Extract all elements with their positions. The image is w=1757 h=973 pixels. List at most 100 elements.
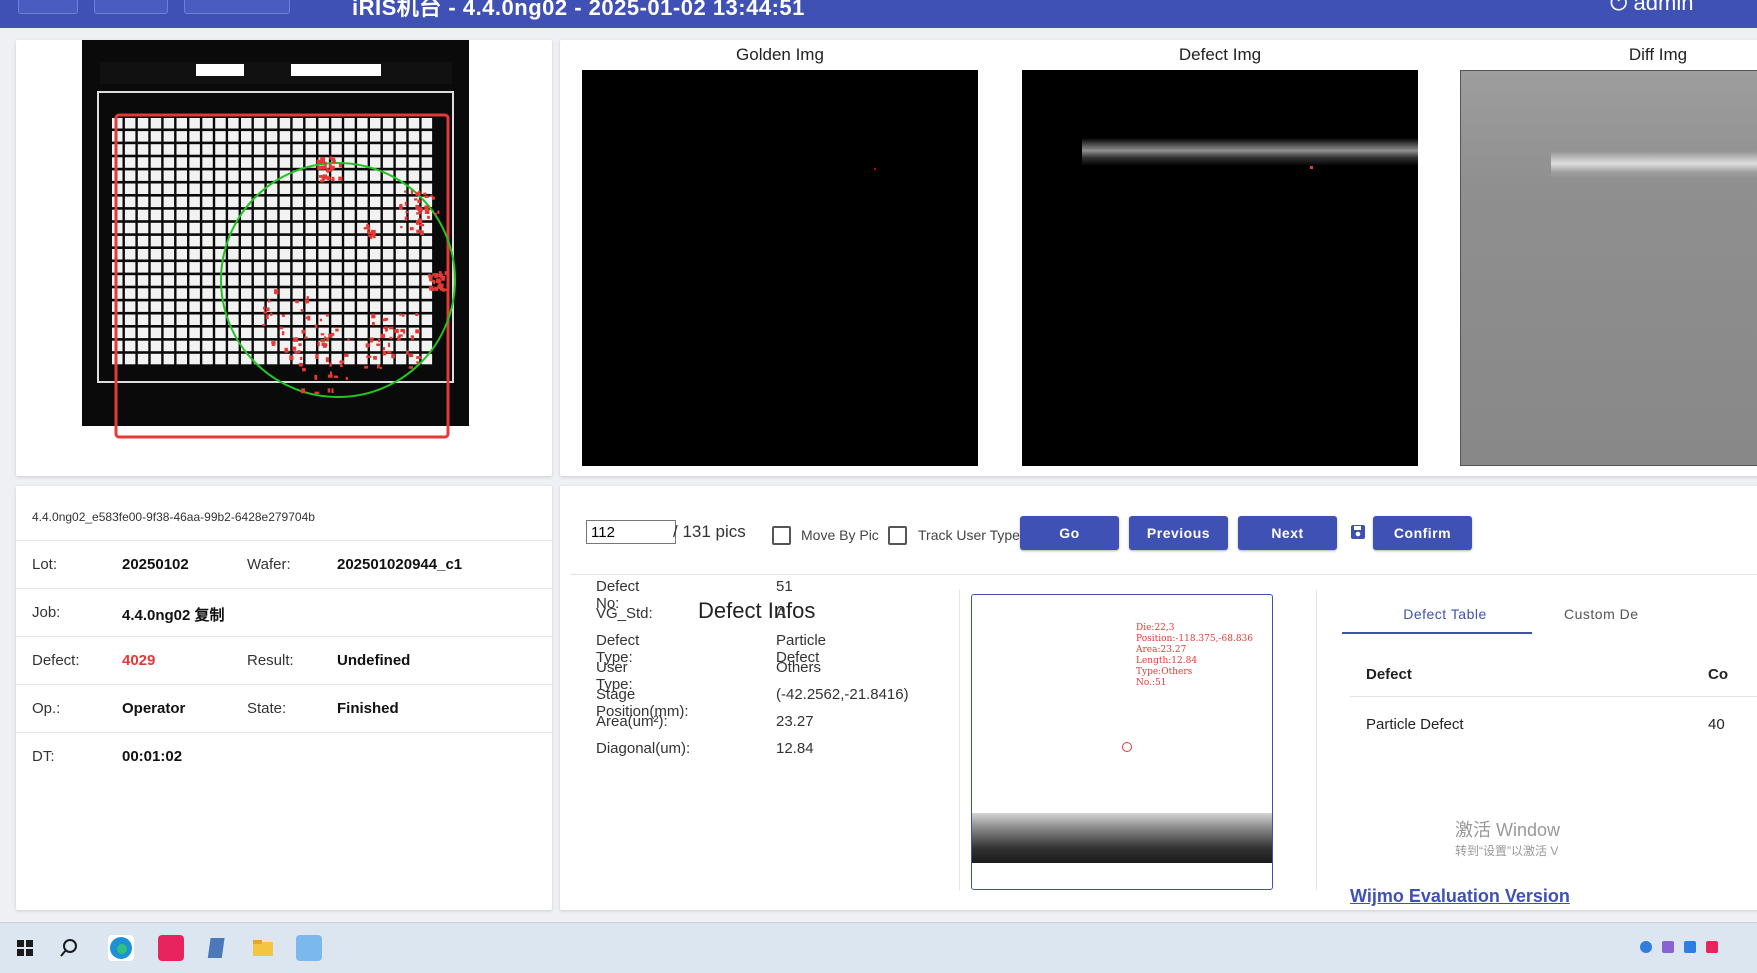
wafer-die[interactable] (176, 275, 188, 286)
wafer-die[interactable] (395, 340, 407, 352)
wafer-die[interactable] (318, 118, 329, 129)
wafer-die[interactable] (318, 196, 329, 208)
wafer-die[interactable] (137, 131, 149, 142)
wafer-die[interactable] (189, 209, 200, 221)
wafer-die[interactable] (318, 183, 329, 195)
wafer-die[interactable] (292, 157, 304, 168)
wafer-die[interactable] (344, 170, 355, 181)
track-user-type-checkbox[interactable] (888, 526, 907, 545)
wafer-die[interactable] (382, 209, 394, 221)
wafer-die[interactable] (176, 262, 188, 273)
wafer-die[interactable] (124, 131, 136, 142)
wafer-die[interactable] (228, 118, 239, 129)
wafer-die[interactable] (408, 301, 420, 312)
wafer-die[interactable] (215, 235, 226, 247)
wafer-die[interactable] (331, 222, 342, 234)
wafer-die[interactable] (163, 327, 175, 339)
wafer-die[interactable] (189, 275, 200, 286)
move-by-pic-checkbox[interactable] (772, 526, 791, 545)
wafer-die[interactable] (124, 183, 136, 195)
wafer-die[interactable] (318, 262, 329, 273)
wafer-die[interactable] (228, 196, 239, 208)
wafer-die[interactable] (279, 353, 291, 365)
wafer-die[interactable] (421, 183, 433, 195)
wafer-die[interactable] (124, 170, 136, 181)
wafer-die[interactable] (189, 340, 200, 352)
wafer-die[interactable] (163, 262, 175, 273)
wafer-die[interactable] (305, 144, 317, 155)
wafer-die[interactable] (241, 118, 252, 129)
wafer-map[interactable] (66, 40, 506, 476)
wafer-die[interactable] (189, 170, 200, 181)
wafer-die[interactable] (124, 262, 136, 273)
wafer-die[interactable] (215, 118, 226, 129)
wafer-die[interactable] (253, 235, 265, 247)
wafer-die[interactable] (344, 327, 355, 339)
wafer-die[interactable] (266, 170, 278, 181)
wafer-die[interactable] (408, 275, 420, 286)
wafer-die[interactable] (202, 327, 213, 339)
wafer-die[interactable] (241, 183, 252, 195)
wafer-die[interactable] (215, 209, 226, 221)
topbar-button-3[interactable] (184, 0, 290, 14)
wafer-die[interactable] (202, 235, 213, 247)
wafer-die[interactable] (395, 314, 407, 326)
save-icon[interactable] (1350, 524, 1366, 540)
wafer-die[interactable] (370, 157, 381, 168)
wafer-die[interactable] (241, 222, 252, 234)
wafer-die[interactable] (163, 222, 175, 234)
wafer-die[interactable] (370, 301, 381, 312)
wafer-die[interactable] (279, 275, 291, 286)
wafer-die[interactable] (176, 157, 188, 168)
wafer-die[interactable] (266, 209, 278, 221)
wafer-die[interactable] (228, 209, 239, 221)
wafer-die[interactable] (253, 118, 265, 129)
wafer-die[interactable] (344, 209, 355, 221)
wafer-die[interactable] (279, 249, 291, 260)
wafer-die[interactable] (241, 314, 252, 326)
wafer-die[interactable] (176, 209, 188, 221)
wafer-die[interactable] (344, 301, 355, 312)
wafer-die[interactable] (344, 183, 355, 195)
wafer-die[interactable] (357, 183, 368, 195)
wafer-die[interactable] (305, 275, 317, 286)
wafer-die[interactable] (305, 209, 317, 221)
wafer-die[interactable] (241, 340, 252, 352)
wafer-die[interactable] (253, 340, 265, 352)
wafer-die[interactable] (279, 157, 291, 168)
wafer-die[interactable] (266, 262, 278, 273)
wafer-die[interactable] (215, 157, 226, 168)
wafer-die[interactable] (215, 170, 226, 181)
wafer-die[interactable] (266, 131, 278, 142)
table-cell-count[interactable]: 40 (1708, 716, 1725, 733)
wafer-die[interactable] (318, 144, 329, 155)
wafer-die[interactable] (279, 235, 291, 247)
wafer-die[interactable] (370, 327, 381, 339)
wafer-die[interactable] (137, 209, 149, 221)
wafer-die[interactable] (266, 196, 278, 208)
wafer-die[interactable] (163, 235, 175, 247)
wafer-die[interactable] (241, 275, 252, 286)
wafer-die[interactable] (331, 183, 342, 195)
wafer-die[interactable] (228, 170, 239, 181)
wafer-die[interactable] (215, 340, 226, 352)
wafer-die[interactable] (124, 196, 136, 208)
wafer-die[interactable] (163, 340, 175, 352)
app-icon-pink[interactable] (158, 935, 184, 961)
wafer-die[interactable] (357, 275, 368, 286)
col-defect-header[interactable]: Defect (1366, 666, 1412, 683)
wafer-die[interactable] (163, 353, 175, 365)
wafer-die[interactable] (331, 249, 342, 260)
wafer-die[interactable] (344, 288, 355, 299)
wafer-die[interactable] (228, 340, 239, 352)
wafer-die[interactable] (202, 222, 213, 234)
golden-image[interactable] (582, 70, 978, 466)
wafer-die[interactable] (382, 222, 394, 234)
wafer-die[interactable] (279, 144, 291, 155)
wafer-die[interactable] (150, 170, 162, 181)
wafer-die[interactable] (150, 275, 162, 286)
wafer-die[interactable] (202, 340, 213, 352)
wafer-die[interactable] (292, 131, 304, 142)
wafer-die[interactable] (357, 144, 368, 155)
wafer-die[interactable] (382, 235, 394, 247)
